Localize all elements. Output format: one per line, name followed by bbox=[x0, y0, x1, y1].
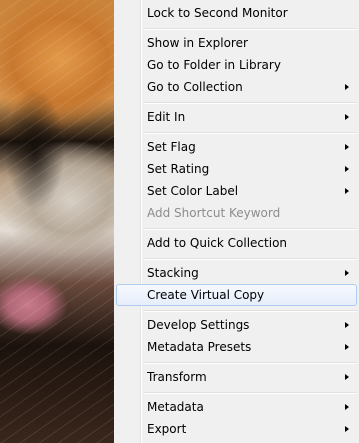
menu-item-label: Set Flag bbox=[147, 140, 196, 154]
menu-item-label: Export bbox=[147, 422, 187, 436]
menu-item-label: Lock to Second Monitor bbox=[147, 6, 288, 20]
menu-separator bbox=[144, 132, 357, 134]
menu-item-label: Stacking bbox=[147, 266, 199, 280]
menu-item-label: Develop Settings bbox=[147, 318, 250, 332]
menu-item-show-in-explorer[interactable]: Show in Explorer bbox=[116, 32, 357, 54]
context-menu: Lock to Second Monitor Show in Explorer … bbox=[114, 0, 359, 443]
menu-item-label: Show in Explorer bbox=[147, 36, 248, 50]
menu-item-create-virtual-copy[interactable]: Create Virtual Copy bbox=[116, 284, 357, 306]
menu-item-label: Create Virtual Copy bbox=[147, 288, 265, 302]
menu-item-metadata-presets[interactable]: Metadata Presets bbox=[116, 336, 357, 358]
menu-item-edit-in[interactable]: Edit In bbox=[116, 106, 357, 128]
menu-item-transform[interactable]: Transform bbox=[116, 366, 357, 388]
menu-separator bbox=[144, 28, 357, 30]
menu-item-lock-to-second-monitor[interactable]: Lock to Second Monitor bbox=[116, 2, 357, 24]
menu-item-label: Add Shortcut Keyword bbox=[147, 206, 281, 220]
submenu-arrow-icon bbox=[345, 84, 349, 90]
menu-item-label: Transform bbox=[147, 370, 207, 384]
submenu-arrow-icon bbox=[345, 426, 349, 432]
menu-item-label: Set Rating bbox=[147, 162, 210, 176]
menu-item-go-to-collection[interactable]: Go to Collection bbox=[116, 76, 357, 98]
menu-item-metadata[interactable]: Metadata bbox=[116, 396, 357, 418]
menu-item-develop-settings[interactable]: Develop Settings bbox=[116, 314, 357, 336]
menu-item-set-flag[interactable]: Set Flag bbox=[116, 136, 357, 158]
menu-item-go-to-folder-in-library[interactable]: Go to Folder in Library bbox=[116, 54, 357, 76]
menu-item-set-color-label[interactable]: Set Color Label bbox=[116, 180, 357, 202]
menu-item-label: Edit In bbox=[147, 110, 186, 124]
menu-separator bbox=[144, 258, 357, 260]
menu-item-label: Add to Quick Collection bbox=[147, 236, 288, 250]
menu-item-label: Metadata bbox=[147, 400, 204, 414]
submenu-arrow-icon bbox=[345, 344, 349, 350]
menu-separator bbox=[144, 310, 357, 312]
menu-item-add-shortcut-keyword[interactable]: Add Shortcut Keyword bbox=[116, 202, 357, 224]
submenu-arrow-icon bbox=[345, 166, 349, 172]
menu-item-export[interactable]: Export bbox=[116, 418, 357, 440]
menu-separator bbox=[144, 362, 357, 364]
menu-item-label: Go to Collection bbox=[147, 80, 243, 94]
submenu-arrow-icon bbox=[345, 374, 349, 380]
menu-separator bbox=[144, 392, 357, 394]
submenu-arrow-icon bbox=[345, 322, 349, 328]
menu-item-set-rating[interactable]: Set Rating bbox=[116, 158, 357, 180]
menu-item-label: Metadata Presets bbox=[147, 340, 252, 354]
menu-item-label: Go to Folder in Library bbox=[147, 58, 281, 72]
menu-item-stacking[interactable]: Stacking bbox=[116, 262, 357, 284]
submenu-arrow-icon bbox=[345, 144, 349, 150]
menu-item-label: Set Color Label bbox=[147, 184, 239, 198]
submenu-arrow-icon bbox=[345, 188, 349, 194]
background-photo bbox=[0, 0, 114, 443]
submenu-arrow-icon bbox=[345, 404, 349, 410]
menu-item-add-to-quick-collection[interactable]: Add to Quick Collection bbox=[116, 232, 357, 254]
menu-separator bbox=[144, 102, 357, 104]
menu-separator bbox=[144, 228, 357, 230]
submenu-arrow-icon bbox=[345, 270, 349, 276]
submenu-arrow-icon bbox=[345, 114, 349, 120]
